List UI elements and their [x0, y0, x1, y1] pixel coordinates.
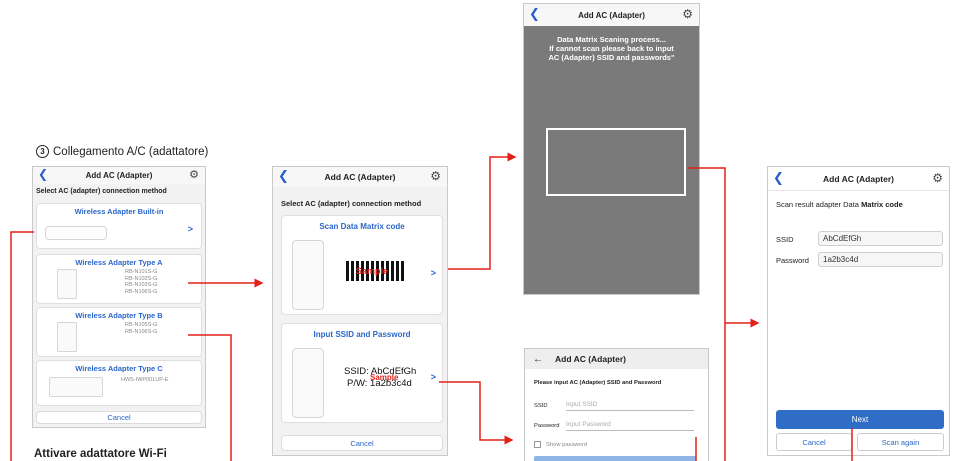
subtitle: Select AC (adapter) connection method	[36, 188, 167, 195]
option-title: Wireless Adapter Type C	[75, 364, 163, 373]
subtitle: Select AC (adapter) connection method	[281, 199, 422, 208]
ssid-input[interactable]: Input SSID	[566, 401, 694, 411]
adapter-image	[49, 377, 103, 397]
gear-icon[interactable]: ⚙	[932, 167, 943, 190]
password-label: Password	[534, 423, 560, 429]
option-title: Scan Data Matrix code	[319, 222, 405, 231]
screen-scan-result: ❮ Add AC (Adapter) ⚙ Scan result adapter…	[767, 166, 950, 456]
nav-bar: ❮ Add AC (Adapter) ⚙	[33, 167, 205, 184]
nav-title: Add AC (Adapter)	[324, 172, 396, 182]
arrow-scan	[448, 152, 517, 270]
next-button[interactable]: Next	[776, 410, 944, 429]
back-icon[interactable]: ❮	[773, 167, 784, 189]
sample-watermark: Sample	[370, 373, 399, 382]
adapter-image	[57, 322, 77, 352]
model-list: RB-N105S-G RB-N106S-G	[125, 322, 158, 335]
adapter-image	[292, 240, 324, 310]
step-heading: 3 Collegamento A/C (adattatore)	[36, 145, 208, 158]
option-type-b[interactable]: Wireless Adapter Type B RB-N105S-G RB-N1…	[36, 307, 202, 357]
back-arrow-icon[interactable]: ←	[533, 354, 543, 365]
cancel-button[interactable]: Cancel	[36, 411, 202, 424]
nav-bar: ❮ Add AC (Adapter) ⚙	[273, 167, 447, 187]
arrow-manual	[439, 381, 514, 445]
nav-title: Add AC (Adapter)	[85, 171, 153, 180]
scan-again-button[interactable]: Scan again	[857, 433, 944, 451]
scan-message: Data Matrix Scaning process... If cannot…	[548, 35, 675, 62]
gear-icon[interactable]: ⚙	[430, 167, 441, 186]
password-input[interactable]: Input Password	[566, 421, 694, 431]
nav-bar: ❮ Add AC (Adapter) ⚙	[524, 4, 699, 26]
show-password-label: Show password	[546, 441, 587, 448]
option-type-c[interactable]: Wireless Adapter Type C HWS-IWP001UP-E	[36, 360, 202, 406]
option-type-a[interactable]: Wireless Adapter Type A RB-N101S-G RB-N1…	[36, 254, 202, 304]
gear-icon[interactable]: ⚙	[189, 167, 199, 183]
ac-unit-image	[45, 226, 107, 240]
option-input-ssid-password[interactable]: Input SSID and Password SSID: AbCdEfGh P…	[281, 323, 443, 423]
ssid-field[interactable]: AbCdEfGh	[818, 231, 943, 246]
nav-title: Add AC (Adapter)	[578, 10, 645, 20]
model-list: HWS-IWP001UP-E	[121, 377, 169, 383]
chevron-right-icon: >	[430, 268, 436, 278]
scan-result-prefix: Scan result adapter Data	[776, 200, 862, 209]
nav-bar: ❮ Add AC (Adapter) ⚙	[768, 167, 949, 191]
show-password-toggle[interactable]: Show password	[534, 441, 587, 448]
nav-title: Add AC (Adapter)	[823, 173, 894, 184]
screen-select-method: ❮ Add AC (Adapter) ⚙ Select AC (adapter)…	[32, 166, 206, 428]
option-title: Wireless Adapter Built-in	[74, 207, 164, 216]
option-title: Wireless Adapter Type A	[75, 258, 163, 267]
back-icon[interactable]: ❮	[38, 167, 48, 182]
scan-result-text: Scan result adapter Data Matrix code	[776, 200, 903, 209]
option-built-in[interactable]: Wireless Adapter Built-in >	[36, 203, 202, 249]
back-icon[interactable]: ❮	[278, 167, 289, 185]
adapter-image	[57, 269, 77, 299]
checkbox-icon[interactable]	[534, 441, 541, 448]
sample-watermark: Sample	[356, 266, 389, 276]
back-icon[interactable]: ❮	[529, 4, 540, 24]
nav-bar: ← Add AC (Adapter)	[525, 349, 708, 369]
screen-connection-method: ❮ Add AC (Adapter) ⚙ Select AC (adapter)…	[272, 166, 448, 456]
screen-scanner: ❮ Add AC (Adapter) ⚙ Data Matrix Scaning…	[523, 3, 700, 295]
nav-title: Add AC (Adapter)	[555, 354, 626, 364]
option-scan-data-matrix[interactable]: Scan Data Matrix code Sample >	[281, 215, 443, 315]
scan-result-bold: Matrix code	[861, 200, 903, 209]
adapter-image	[292, 348, 324, 418]
gear-icon[interactable]: ⚙	[682, 4, 693, 25]
scan-frame	[546, 128, 686, 196]
cancel-button[interactable]: Cancel	[776, 433, 852, 451]
ssid-label: SSID	[776, 235, 794, 244]
model-list: RB-N101S-G RB-N102S-G RB-N103S-G RB-N106…	[125, 269, 158, 295]
cancel-button[interactable]: Cancel	[281, 435, 443, 451]
submit-button[interactable]	[534, 456, 696, 461]
chevron-right-icon: >	[430, 372, 436, 382]
screen-manual-input: ← Add AC (Adapter) Please input AC (Adap…	[524, 348, 709, 461]
password-field[interactable]: 1a2b3c4d	[818, 252, 943, 267]
line-built-in	[10, 231, 34, 461]
ssid-label: SSID	[534, 403, 548, 409]
footer-text: Attivare adattatore Wi-Fi	[34, 448, 167, 460]
step-number: 3	[36, 145, 49, 158]
option-title: Input SSID and Password	[313, 330, 411, 339]
chevron-right-icon: >	[187, 224, 193, 234]
option-title: Wireless Adapter Type B	[75, 311, 163, 320]
password-label: Password	[776, 256, 809, 265]
instruction: Please input AC (Adapter) SSID and Passw…	[534, 380, 662, 386]
step-title: Collegamento A/C (adattatore)	[53, 145, 209, 158]
